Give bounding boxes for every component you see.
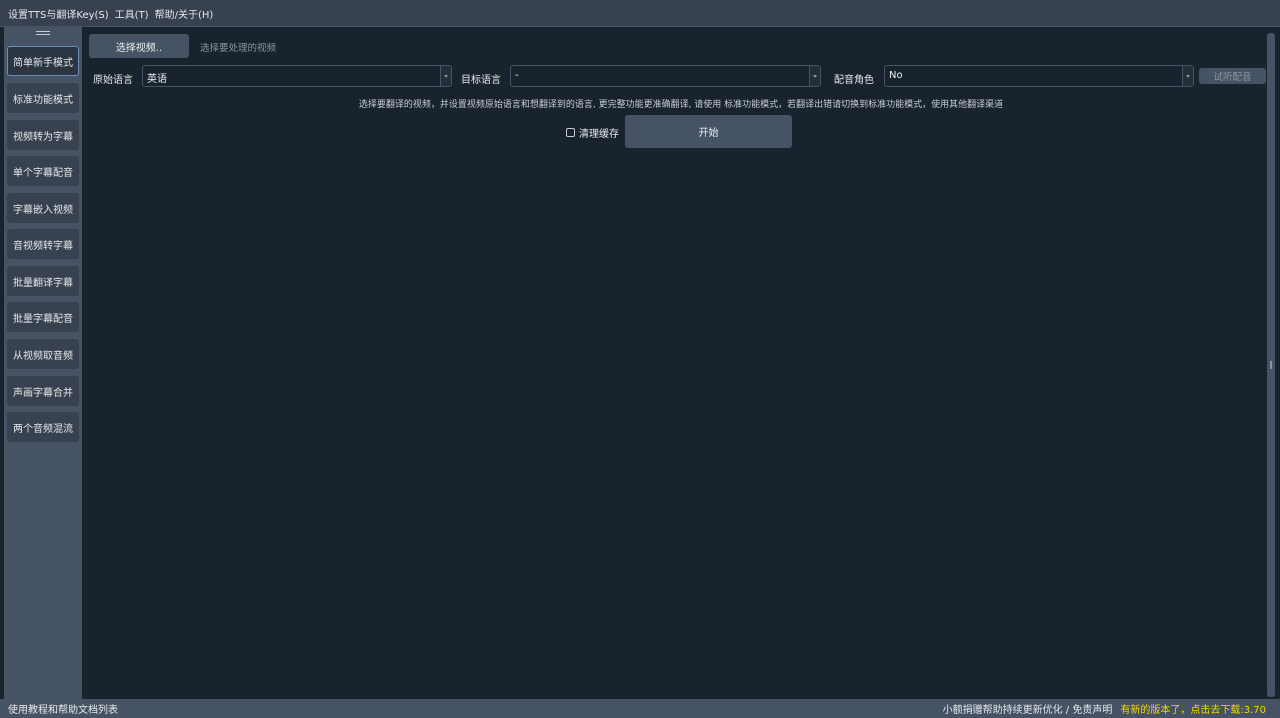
target-language-label: 目标语言 (461, 75, 501, 86)
menu-bar: 设置TTS与翻译Key(S) 工具(T) 帮助/关于(H) (0, 0, 1280, 27)
checkbox-icon[interactable] (566, 128, 575, 137)
target-language-value: - (515, 70, 519, 81)
chevron-down-icon (1182, 66, 1193, 86)
sidebar-item-standard-mode[interactable]: 标准功能模式 (7, 83, 79, 113)
voice-role-value: No (889, 70, 903, 81)
listen-voice-button[interactable]: 试听配音 (1199, 68, 1266, 84)
sidebar-item-simple-mode[interactable]: 简单新手模式 (7, 46, 79, 76)
select-video-hint: 选择要处理的视频 (200, 43, 277, 54)
menu-tools[interactable]: 工具(T) (112, 6, 152, 21)
sidebar-item-av-to-subtitle[interactable]: 音视频转字幕 (7, 229, 79, 259)
sidebar-item-extract-audio[interactable]: 从视频取音频 (7, 339, 79, 369)
sidebar-item-embed-subtitle[interactable]: 字幕嵌入视频 (7, 193, 79, 223)
help-docs-link[interactable]: 使用教程和帮助文档列表 (0, 701, 118, 716)
select-video-button[interactable]: 选择视频.. (89, 34, 189, 58)
sidebar-item-video-to-subtitle[interactable]: 视频转为字幕 (7, 120, 79, 150)
scroll-handle-icon[interactable] (1270, 361, 1272, 369)
instruction-text: 选择要翻译的视频，并设置视频原始语言和想翻译到的语言, 更完整功能更准确翻译, … (358, 100, 1004, 110)
voice-role-select[interactable]: No (884, 65, 1194, 87)
menu-help[interactable]: 帮助/关于(H) (152, 6, 217, 21)
start-button[interactable]: 开始 (625, 115, 792, 148)
source-language-select[interactable]: 英语 (142, 65, 452, 87)
sidebar: 简单新手模式 标准功能模式 视频转为字幕 单个字幕配音 字幕嵌入视频 音视频转字… (4, 27, 82, 699)
sidebar-item-batch-dubbing[interactable]: 批量字幕配音 (7, 302, 79, 332)
chevron-down-icon (809, 66, 820, 86)
vertical-scrollbar[interactable] (1267, 33, 1275, 697)
update-available-link[interactable]: 有新的版本了，点击去下载:3.70 (1120, 701, 1266, 716)
sidebar-item-batch-translate[interactable]: 批量翻译字幕 (7, 266, 79, 296)
clear-cache-label: 清理缓存 (579, 129, 619, 140)
sidebar-item-merge-av[interactable]: 声画字幕合并 (7, 376, 79, 406)
sidebar-item-mix-audio[interactable]: 两个音频混流 (7, 412, 79, 442)
source-language-value: 英语 (147, 74, 167, 85)
clear-cache-checkbox[interactable]: 清理缓存 (566, 125, 619, 140)
main-panel: 选择视频.. 选择要处理的视频 原始语言 英语 目标语言 - 配音角色 No 试… (82, 27, 1280, 699)
menu-settings[interactable]: 设置TTS与翻译Key(S) (0, 6, 112, 21)
drag-handle-icon[interactable] (36, 31, 50, 37)
source-language-label: 原始语言 (93, 75, 133, 86)
sidebar-item-subtitle-dubbing[interactable]: 单个字幕配音 (7, 156, 79, 186)
target-language-select[interactable]: - (510, 65, 821, 87)
chevron-down-icon (440, 66, 451, 86)
voice-role-label: 配音角色 (834, 75, 874, 86)
donate-disclaimer-link[interactable]: 小额捐赠帮助持续更新优化 / 免责声明 (943, 701, 1113, 716)
status-bar: 使用教程和帮助文档列表 小额捐赠帮助持续更新优化 / 免责声明 有新的版本了，点… (0, 699, 1280, 718)
